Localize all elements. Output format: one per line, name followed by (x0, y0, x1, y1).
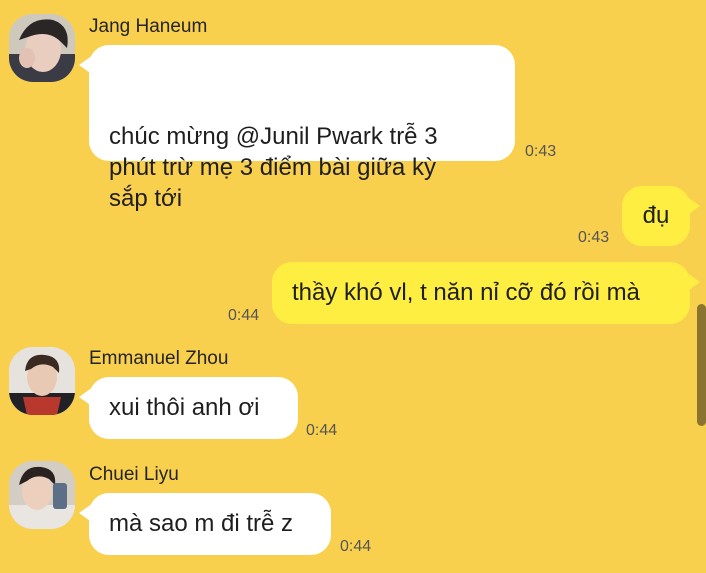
avatar-jang-haneum[interactable] (9, 14, 75, 82)
bubble-tail (686, 272, 700, 292)
avatar-photo-icon (9, 461, 75, 529)
message-time: 0:43 (525, 143, 557, 160)
sender-name: Jang Haneum (89, 16, 208, 37)
bubble-tail (686, 196, 700, 216)
sender-name: Chuei Liyu (89, 464, 179, 485)
bubble-tail (79, 387, 93, 407)
message-time: 0:43 (578, 229, 610, 246)
message-bubble[interactable]: thầy khó vl, t năn nỉ cỡ đó rồi mà (272, 262, 700, 324)
scrollbar-thumb[interactable] (697, 304, 706, 426)
message-bubble[interactable]: chúc mừng @Junil Pwark trễ 3 phút trừ mẹ… (79, 45, 515, 212)
message-text: xui thôi anh ơi (109, 394, 260, 421)
message-time: 0:44 (306, 422, 338, 439)
message-time: 0:44 (340, 538, 372, 555)
sender-name: Emmanuel Zhou (89, 348, 229, 369)
message-time: 0:44 (228, 307, 260, 324)
message-text: mà sao m đi trễ z (109, 510, 294, 537)
message-bubble[interactable]: đụ (622, 186, 700, 246)
message-text: chúc mừng @Junil Pwark trễ 3 phút trừ mẹ… (109, 123, 438, 212)
bubble-tail (79, 503, 93, 523)
avatar-photo-icon (9, 14, 75, 82)
message-bubble[interactable]: mà sao m đi trễ z (79, 493, 331, 555)
message-bubble[interactable]: xui thôi anh ơi (79, 377, 298, 439)
avatar-emmanuel-zhou[interactable] (9, 347, 75, 415)
avatar-photo-icon (9, 347, 75, 415)
message-text: thầy khó vl, t năn nỉ cỡ đó rồi mà (292, 279, 640, 306)
message-text: đụ (642, 202, 670, 229)
avatar-chuei-liyu[interactable] (9, 461, 75, 529)
bubble-tail (79, 55, 93, 75)
